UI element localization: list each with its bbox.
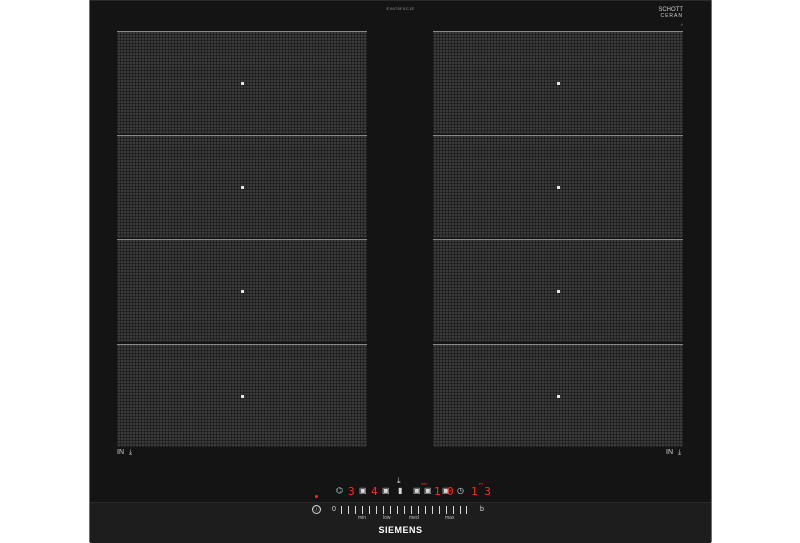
slider-tick (425, 506, 426, 514)
zone-center-marker (241, 395, 244, 398)
cooking-zone-right-1[interactable] (433, 31, 683, 134)
timer-clock-icon[interactable]: ◷ (457, 487, 464, 495)
cooking-zone-right-4[interactable] (433, 344, 683, 447)
zone-select-icon[interactable]: ▣ (424, 487, 432, 495)
display-zone-1: 3 (348, 485, 355, 498)
logo-line-3: ® (680, 23, 683, 27)
cooking-zone-left-1[interactable] (117, 31, 367, 134)
in-label: IN (666, 449, 673, 456)
slider-tick (355, 506, 356, 514)
cooking-zone-right-2[interactable] (433, 135, 683, 238)
zone-center-marker (241, 290, 244, 293)
zone-center-marker (557, 395, 560, 398)
slider-tick (446, 506, 447, 514)
frying-sensor-icon[interactable]: ⌬ (336, 487, 343, 495)
slider-tick (390, 506, 391, 514)
zone-center-marker (557, 186, 560, 189)
cooktop: EX675FXC1E SCHOTT CERAN ® IN ⤓ IN ⤓ ⤓ ⌬ 3 … (89, 0, 712, 543)
zone-center-marker (241, 186, 244, 189)
scale-label-min: min (358, 515, 367, 521)
slider-tick (418, 506, 419, 514)
cooking-zone-left-3[interactable] (117, 239, 367, 342)
scale-label-max: max (445, 515, 455, 521)
slider-tick (466, 506, 467, 514)
zone-select-icon[interactable]: ▣ (382, 487, 390, 495)
top-edge (90, 0, 711, 1)
cooking-zone-right-3[interactable] (433, 239, 683, 342)
slider-tick (411, 506, 412, 514)
slider-zero-label: 0 (332, 506, 336, 513)
slider-tick (341, 506, 342, 514)
display-zone-3: 1 (434, 485, 441, 498)
status-led (315, 495, 318, 498)
schott-ceran-logo: SCHOTT CERAN ® (658, 7, 683, 28)
scale-label-low: low (383, 515, 391, 521)
in-label: IN (117, 449, 124, 456)
model-label: EX675FXC1E (386, 6, 415, 11)
display-zone-4: 0 (447, 485, 454, 498)
in-marker-left: IN ⤓ (117, 449, 132, 457)
slider-tick (369, 506, 370, 514)
logo-line-2: CERAN (660, 13, 683, 19)
in-marker-right: IN ⤓ (666, 449, 681, 457)
boost-button[interactable]: b (480, 506, 484, 513)
slider-tick (439, 506, 440, 514)
power-level-slider[interactable] (341, 506, 467, 514)
display-zone-2: 4 (371, 485, 378, 498)
slider-tick (383, 506, 384, 514)
slider-tick (432, 506, 433, 514)
down-arrow-icon: ⤓ (678, 449, 682, 456)
zone-select-icon[interactable]: ▣ (413, 487, 421, 495)
brand-logo: SIEMENS (378, 525, 423, 535)
zone-center-marker (241, 82, 244, 85)
flex-zone-icon[interactable]: ⤓ (397, 477, 401, 485)
slider-tick (362, 506, 363, 514)
cooking-zone-left-2[interactable] (117, 135, 367, 238)
slider-tick (460, 506, 461, 514)
slider-tick (404, 506, 405, 514)
power-button-icon[interactable]: ⓘ (312, 505, 321, 514)
down-arrow-icon: ⤓ (129, 449, 133, 456)
timer-display: 1 3 (471, 485, 491, 498)
zone-center-marker (557, 82, 560, 85)
zone-select-icon[interactable]: ▣ (359, 487, 367, 495)
slider-tick (376, 506, 377, 514)
scale-label-med: med (409, 515, 419, 521)
slider-tick (453, 506, 454, 514)
zone-center-marker (557, 290, 560, 293)
move-function-icon[interactable]: ▮ (398, 487, 402, 495)
slider-tick (348, 506, 349, 514)
cooking-zone-left-4[interactable] (117, 344, 367, 447)
slider-tick (397, 506, 398, 514)
